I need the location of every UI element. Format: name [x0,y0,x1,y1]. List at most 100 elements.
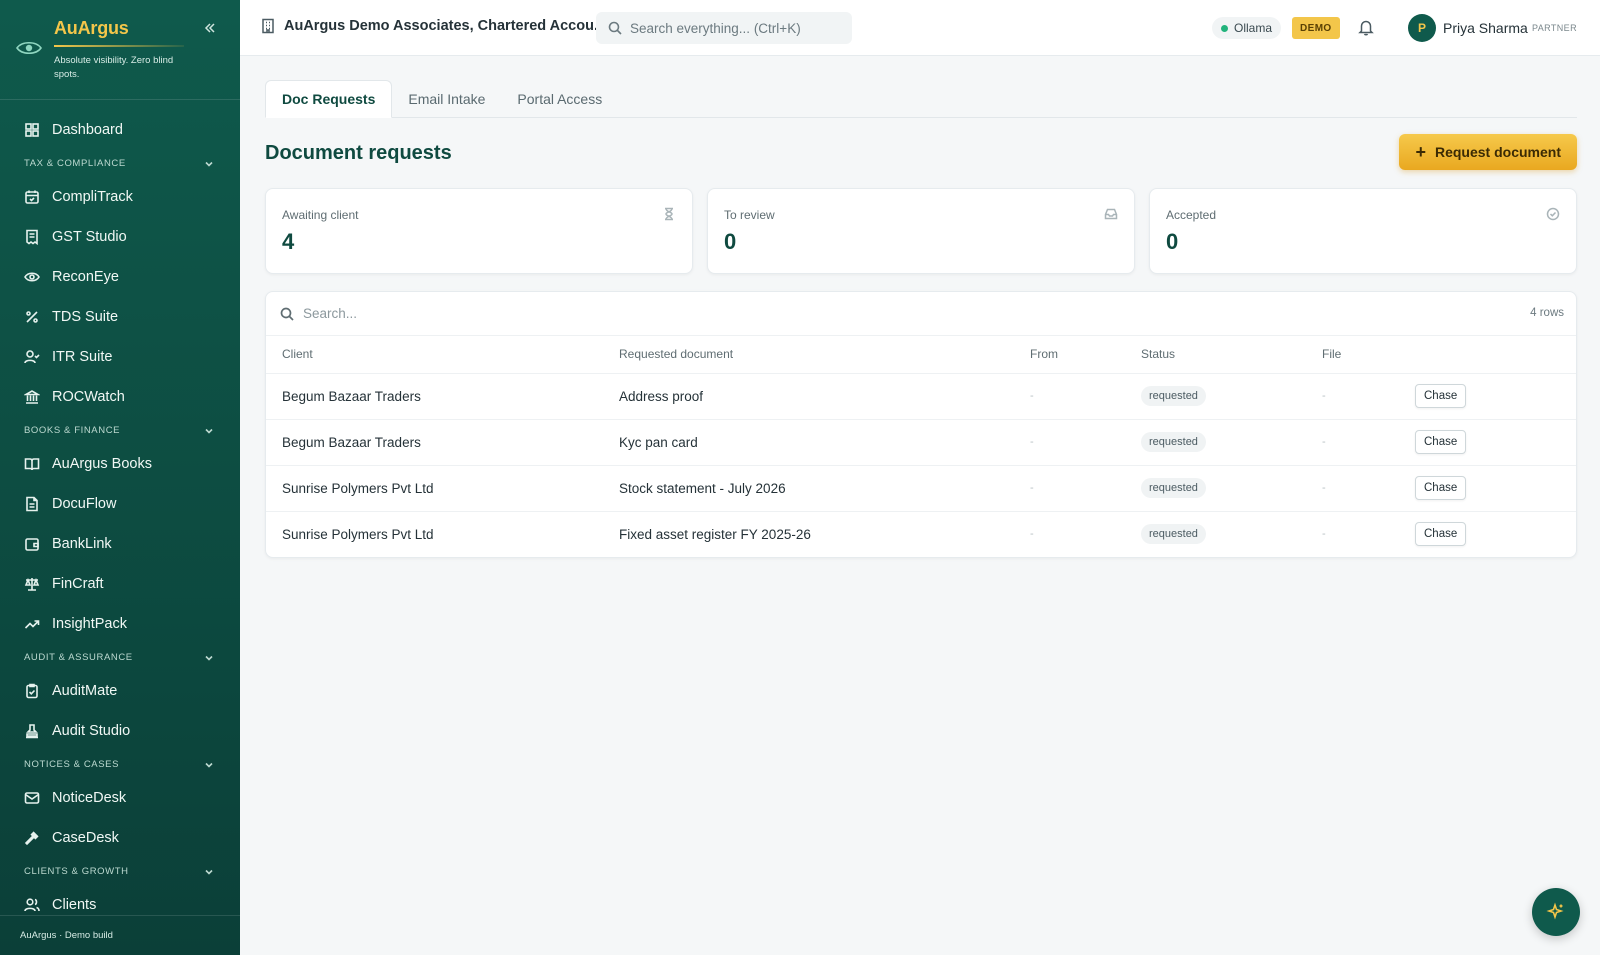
table-row[interactable]: Begum Bazaar Traders Kyc pan card - requ… [266,419,1576,466]
stamp-icon [26,724,38,739]
avatar[interactable]: P [1408,14,1436,42]
stat-label: Accepted [1166,208,1217,222]
column-header-client[interactable]: Client [266,336,603,374]
sidebar-item-label: CompliTrack [52,189,133,205]
org-switcher[interactable]: AuArgus Demo Associates, Chartered Accou… [260,18,606,34]
sidebar-item-complitrack[interactable]: CompliTrack [0,177,240,217]
chevron-down-icon [205,655,213,661]
cell-actions: Chase [1399,511,1576,557]
ai-assistant-button[interactable] [1532,888,1580,936]
chase-button[interactable]: Chase [1415,384,1467,408]
sidebar-item-label: GST Studio [52,229,127,245]
plus-icon: + [1415,142,1426,162]
cell-status: requested [1125,373,1306,420]
status-badge: requested [1141,432,1206,452]
table-row[interactable]: Sunrise Polymers Pvt Ltd Fixed asset reg… [266,511,1576,557]
sidebar-item-reconeye[interactable]: ReconEye [0,257,240,297]
tab-portal-access[interactable]: Portal Access [501,80,618,118]
sidebar-item-audit-studio[interactable]: Audit Studio [0,711,240,751]
percent-icon [26,311,38,323]
tab-email-intake[interactable]: Email Intake [392,80,501,118]
search-icon [280,307,294,321]
user-name[interactable]: Priya Sharma [1443,20,1528,36]
column-header-file[interactable]: File [1306,336,1399,374]
cell-file: - [1306,465,1399,512]
gavel-icon [24,831,39,846]
landmark-icon [24,390,40,404]
chase-button[interactable]: Chase [1415,522,1467,547]
search-icon [608,21,622,35]
doc-requests-table-card: 4 rows Client Requested document From St… [265,291,1577,558]
collapse-sidebar-icon[interactable] [202,20,218,36]
cell-document: Kyc pan card [603,419,1014,466]
stat-value: 0 [1166,229,1179,254]
table-header-row: Client Requested document From Status Fi… [266,336,1576,374]
sidebar-item-label: ITR Suite [52,349,113,365]
section-books-finance[interactable]: BOOKS & FINANCE [0,417,240,444]
section-title: AUDIT & ASSURANCE [24,652,133,663]
sidebar-nav: Dashboard TAX & COMPLIANCE CompliTrack G… [0,110,240,925]
sidebar-item-auargus-books[interactable]: AuArgus Books [0,444,240,484]
sidebar-item-banklink[interactable]: BankLink [0,524,240,564]
section-audit-assurance[interactable]: AUDIT & ASSURANCE [0,644,240,671]
section-clients-growth[interactable]: CLIENTS & GROWTH [0,858,240,885]
sparkles-icon [1546,902,1564,920]
cell-client: Sunrise Polymers Pvt Ltd [266,465,603,512]
sidebar-item-noticedesk[interactable]: NoticeDesk [0,778,240,818]
sidebar-item-casedesk[interactable]: CaseDesk [0,818,240,858]
table-row[interactable]: Sunrise Polymers Pvt Ltd Stock statement… [266,465,1576,512]
brand-header: AuArgus Absolute visibility. Zero blind … [0,0,240,100]
sidebar-item-gst-studio[interactable]: GST Studio [0,217,240,257]
sidebar-item-dashboard[interactable]: Dashboard [0,110,240,150]
sidebar: AuArgus Absolute visibility. Zero blind … [0,0,240,955]
column-header-requested-document[interactable]: Requested document [603,336,1014,374]
chase-button[interactable]: Chase [1415,476,1467,500]
table-row[interactable]: Begum Bazaar Traders Address proof - req… [266,373,1576,420]
sidebar-item-fincraft[interactable]: FinCraft [0,564,240,604]
status-badge: requested [1141,386,1206,406]
global-search-placeholder: Search everything... (Ctrl+K) [630,20,801,36]
sidebar-item-insightpack[interactable]: InsightPack [0,604,240,644]
sidebar-item-label: CaseDesk [52,830,119,846]
sidebar-item-auditmate[interactable]: AuditMate [0,671,240,711]
request-document-label: Request document [1434,144,1561,160]
sidebar-footer: AuArgus · Demo build [0,915,240,955]
row-count: 4 rows [1530,307,1564,319]
status-badge: requested [1141,524,1206,545]
request-document-button[interactable]: + Request document [1399,134,1577,170]
org-name: AuArgus Demo Associates, Chartered Accou… [284,18,607,34]
column-header-from[interactable]: From [1014,336,1125,374]
column-header-status[interactable]: Status [1125,336,1306,374]
global-search[interactable]: Search everything... (Ctrl+K) [596,12,852,44]
stat-label: Awaiting client [282,208,359,222]
cell-client: Begum Bazaar Traders [266,419,603,466]
inbox-icon [1104,208,1118,220]
bell-icon[interactable] [1357,18,1375,36]
stat-card-to-review: To review 0 [707,188,1135,274]
user-check-icon [24,350,40,364]
table-search-input[interactable] [303,306,903,321]
grid-icon [25,123,39,137]
page-header: Document requests + Request document [265,118,1577,188]
sidebar-item-rocwatch[interactable]: ROCWatch [0,377,240,417]
sidebar-item-label: TDS Suite [52,309,119,325]
sidebar-item-itr-suite[interactable]: ITR Suite [0,337,240,377]
sidebar-item-label: InsightPack [52,616,127,632]
ollama-status-badge[interactable]: Ollama [1212,17,1282,39]
chevron-down-icon [205,869,213,875]
sidebar-item-docuflow[interactable]: DocuFlow [0,484,240,524]
receipt-icon [26,229,38,245]
eye-logo-icon [16,41,42,55]
sidebar-item-label: Dashboard [52,122,123,138]
sidebar-item-tds-suite[interactable]: TDS Suite [0,297,240,337]
cell-actions: Chase [1399,465,1576,512]
file-text-icon [26,496,38,512]
book-open-icon [24,458,40,471]
section-notices-cases[interactable]: NOTICES & CASES [0,751,240,778]
chase-button[interactable]: Chase [1415,430,1467,454]
tab-doc-requests[interactable]: Doc Requests [265,80,393,118]
section-tax-compliance[interactable]: TAX & COMPLIANCE [0,150,240,177]
stat-card-accepted: Accepted 0 [1149,188,1577,274]
page-title: Document requests [265,142,452,164]
check-circle-icon [1546,207,1560,221]
